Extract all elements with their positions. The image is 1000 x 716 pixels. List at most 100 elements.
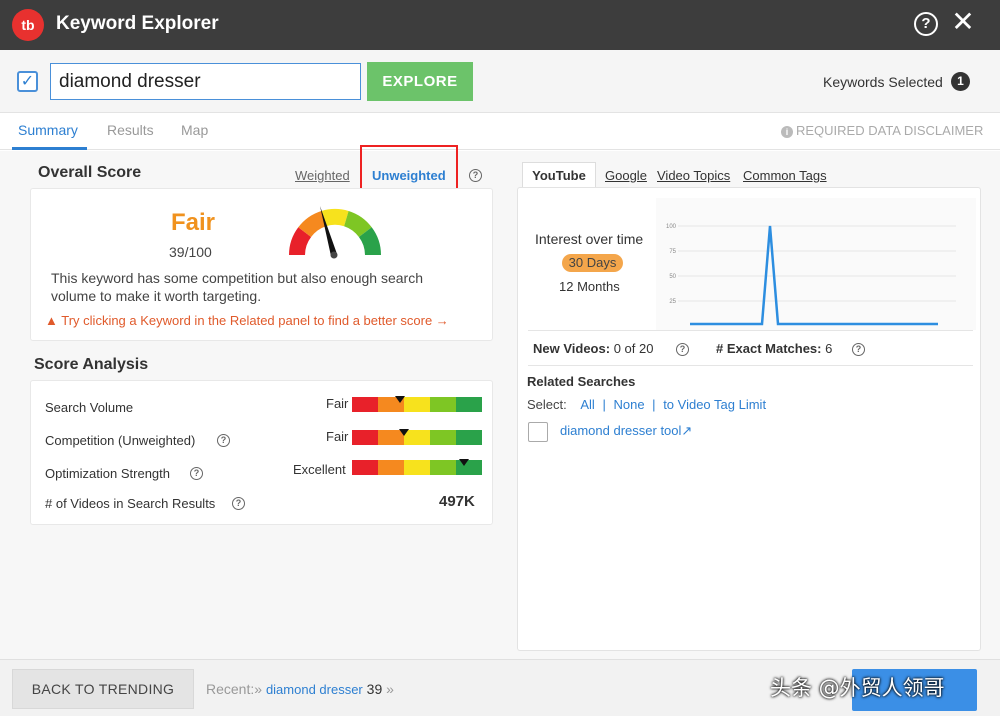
bar-segment	[352, 397, 378, 412]
disclaimer-text: REQUIRED DATA DISCLAIMER	[796, 123, 984, 138]
view-tabs: Summary Results Map i REQUIRED DATA DISCL…	[0, 113, 1000, 150]
bar-segment	[404, 460, 430, 475]
interest-over-time-title: Interest over time	[535, 231, 644, 247]
videos-count-value: 497K	[439, 493, 475, 510]
select-label: Select:	[527, 397, 567, 412]
competition-rating: Fair	[326, 429, 349, 444]
external-link-icon: ↗	[681, 423, 693, 438]
select-keyword-checkbox[interactable]: ✓	[17, 71, 38, 92]
competition-bar	[352, 429, 482, 445]
tick-label: 50	[669, 274, 676, 280]
tab-summary[interactable]: Summary	[18, 122, 78, 138]
optimization-bar	[352, 459, 482, 475]
weighted-toggle[interactable]: Weighted	[295, 168, 350, 183]
interest-chart: 100 75 50 25	[656, 198, 976, 330]
tab-google[interactable]: Google	[605, 168, 647, 183]
range-12-months-button[interactable]: 12 Months	[559, 279, 620, 294]
bar-segment	[456, 430, 482, 445]
new-videos-value: 0 of 20	[613, 341, 654, 356]
tubebuddy-logo-icon: tb	[12, 9, 44, 41]
new-videos-label: New Videos:	[533, 341, 611, 356]
videos-count-label: # of Videos in Search Results	[45, 496, 216, 511]
close-icon[interactable]: ✕	[951, 7, 975, 37]
tab-video-topics[interactable]: Video Topics	[657, 168, 730, 183]
score-analysis-card: Search Volume Fair Competition (Unweight…	[30, 380, 493, 525]
related-keyword-link[interactable]: diamond dresser tool↗	[560, 423, 692, 439]
tick-label: 25	[669, 299, 676, 305]
chart-background	[656, 198, 976, 330]
question-icon[interactable]: ?	[852, 343, 865, 356]
bar-segment	[430, 397, 456, 412]
question-icon[interactable]: ?	[676, 343, 689, 356]
level-marker-icon	[395, 396, 406, 411]
search-volume-bar	[352, 396, 482, 412]
exact-matches-value: 6	[825, 341, 833, 356]
active-tab-indicator	[12, 147, 87, 150]
watermark: 头条 @外贸人领哥	[770, 676, 945, 700]
level-marker-icon	[399, 429, 409, 444]
recent-keyword-link[interactable]: diamond dresser	[266, 682, 363, 697]
tab-common-tags[interactable]: Common Tags	[743, 168, 827, 183]
recent-searches: Recent:» diamond dresser 39 »	[206, 681, 394, 697]
bar-segment	[352, 460, 378, 475]
main-panel: Overall Score Weighted Unweighted ? Fair…	[0, 145, 1000, 659]
competition-label: Competition (Unweighted)	[45, 433, 196, 448]
app-title: Keyword Explorer	[56, 13, 219, 34]
range-30-days-button[interactable]: 30 Days	[562, 254, 623, 272]
bar-segment	[378, 460, 404, 475]
level-marker-icon	[458, 459, 469, 474]
exact-matches-label: # Exact Matches:	[716, 341, 822, 356]
help-icon[interactable]: ?	[914, 12, 938, 36]
keywords-selected-count-badge[interactable]: 1	[951, 72, 970, 91]
search-volume-rating: Fair	[326, 396, 349, 411]
related-searches-title: Related Searches	[527, 374, 636, 389]
optimization-label: Optimization Strength	[45, 466, 171, 481]
bar-segment	[352, 430, 378, 445]
question-icon[interactable]: ?	[232, 497, 245, 510]
question-icon[interactable]: ?	[190, 467, 203, 480]
score-analysis-title: Score Analysis	[34, 356, 149, 373]
select-row: Select: All | None | to Video Tag Limit	[527, 397, 767, 412]
select-all-link[interactable]: All	[580, 397, 594, 412]
data-disclaimer-link[interactable]: i REQUIRED DATA DISCLAIMER	[781, 123, 983, 138]
question-icon[interactable]: ?	[217, 434, 230, 447]
new-videos-stat: New Videos: 0 of 20	[533, 341, 653, 356]
recent-label: Recent:»	[206, 681, 263, 697]
search-bar: ✓ EXPLORE Keywords Selected 1	[0, 50, 1000, 113]
score-rating: Fair	[171, 209, 216, 236]
tab-youtube[interactable]: YouTube	[522, 162, 596, 188]
recent-more-icon[interactable]: »	[386, 681, 394, 697]
recent-keyword-score: 39	[366, 681, 383, 697]
bar-segment	[456, 397, 482, 412]
search-volume-label: Search Volume	[45, 400, 134, 415]
related-keyword-checkbox[interactable]	[528, 422, 548, 442]
optimization-rating: Excellent	[293, 462, 346, 477]
tick-label: 75	[669, 249, 676, 255]
explore-button[interactable]: EXPLORE	[367, 62, 473, 101]
related-keyword-text: diamond dresser tool	[560, 423, 682, 438]
score-tip[interactable]: ▲ Try clicking a Keyword in the Related …	[45, 313, 449, 328]
back-to-trending-button[interactable]: BACK TO TRENDING	[12, 669, 194, 709]
select-none-link[interactable]: None	[613, 397, 644, 412]
warning-icon: ▲	[45, 313, 58, 328]
score-gauge-icon	[289, 206, 381, 259]
youtube-panel: Interest over time 30 Days 12 Months 100…	[517, 187, 981, 651]
footer: BACK TO TRENDING Recent:» diamond dresse…	[0, 659, 1000, 716]
bar-segment	[430, 430, 456, 445]
question-icon[interactable]: ?	[469, 169, 482, 182]
divider	[528, 365, 973, 366]
overall-score-title: Overall Score	[38, 164, 142, 181]
info-icon: i	[781, 126, 793, 138]
score-tip-text: Try clicking a Keyword in the Related pa…	[61, 313, 449, 328]
tab-results[interactable]: Results	[107, 122, 154, 138]
keyword-input[interactable]	[50, 63, 361, 100]
title-bar: tb Keyword Explorer ? ✕	[0, 0, 1000, 50]
tick-label: 100	[666, 224, 677, 230]
score-description: This keyword has some competition but al…	[51, 270, 423, 304]
overall-score-card: Fair 39/100 This keyword has some compet…	[30, 188, 493, 341]
score-value: 39/100	[169, 244, 212, 260]
bar-segment	[430, 460, 456, 475]
tab-map[interactable]: Map	[181, 122, 208, 138]
keywords-selected-label: Keywords Selected	[823, 74, 943, 90]
select-tag-limit-link[interactable]: to Video Tag Limit	[663, 397, 766, 412]
